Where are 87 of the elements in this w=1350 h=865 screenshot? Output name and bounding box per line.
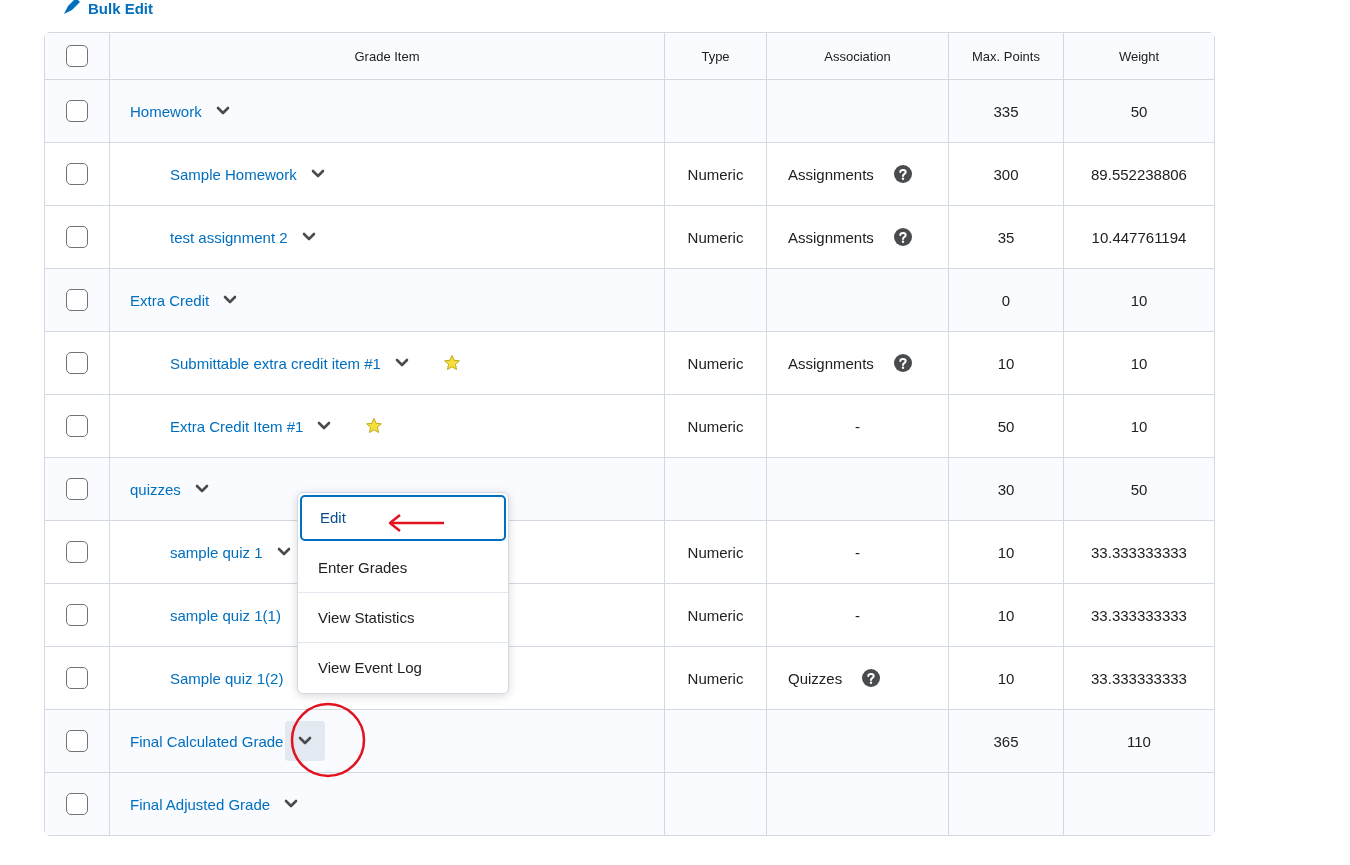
association-text: Assignments xyxy=(788,354,874,372)
column-header: Max. Points xyxy=(972,48,1040,64)
table-cell: 110 xyxy=(1127,732,1151,750)
table-cell: 10 xyxy=(1130,417,1148,435)
grade-item-link[interactable]: Final Adjusted Grade xyxy=(130,795,271,813)
grade-item-link[interactable]: Final Calculated Grade xyxy=(130,732,284,750)
table-cell: 30 xyxy=(997,480,1015,498)
checkbox[interactable] xyxy=(66,478,88,500)
grade-item-link[interactable]: Extra Credit xyxy=(130,291,210,309)
grade-item-link[interactable]: Extra Credit Item #1 xyxy=(170,417,304,435)
bulk-edit-link[interactable]: Bulk Edit xyxy=(88,0,153,18)
menu-item[interactable]: Enter Grades xyxy=(298,543,508,593)
column-header: Weight xyxy=(1118,48,1160,64)
menu-item[interactable]: Edit xyxy=(300,495,506,541)
chevron-icon xyxy=(215,106,230,116)
grade-item-link[interactable]: test assignment 2 xyxy=(170,228,288,246)
checkbox[interactable] xyxy=(66,100,88,122)
checkbox[interactable] xyxy=(66,541,88,563)
table-cell: 33.333333333 xyxy=(1091,543,1187,561)
grade-item-link[interactable]: Sample quiz 1(2) xyxy=(170,669,284,687)
menu-item[interactable]: View Event Log xyxy=(298,643,508,693)
table-cell: 10 xyxy=(997,669,1015,687)
column-header: Grade Item xyxy=(354,48,420,64)
table-cell: 365 xyxy=(993,732,1019,750)
table-cell: 33.333333333 xyxy=(1091,669,1187,687)
grade-item-link[interactable]: sample quiz 1(1) xyxy=(170,606,281,624)
grade-item-link[interactable]: quizzes xyxy=(130,480,181,498)
table-cell: Numeric xyxy=(687,606,744,624)
association-text: - xyxy=(855,543,860,561)
table-cell: 50 xyxy=(1130,102,1148,120)
chevron-icon xyxy=(194,484,209,494)
table-cell: 33.333333333 xyxy=(1091,606,1187,624)
help-icon[interactable] xyxy=(893,165,912,183)
chevron-icon xyxy=(310,169,325,179)
chevron-icon xyxy=(276,547,291,557)
checkbox[interactable] xyxy=(66,604,88,626)
checkbox[interactable] xyxy=(66,415,88,437)
table-cell: 10.447761194 xyxy=(1091,228,1187,246)
checkbox[interactable] xyxy=(66,793,88,815)
table-cell: 10 xyxy=(997,354,1015,372)
checkbox[interactable] xyxy=(66,163,88,185)
checkbox[interactable] xyxy=(66,289,88,311)
table-cell: 10 xyxy=(997,543,1015,561)
table-cell: 50 xyxy=(997,417,1015,435)
table-cell: Numeric xyxy=(687,543,744,561)
association-text: Assignments xyxy=(788,165,874,183)
table-cell: 10 xyxy=(997,606,1015,624)
association-text: - xyxy=(855,606,860,624)
chevron-icon xyxy=(317,421,332,431)
help-icon[interactable] xyxy=(862,669,881,687)
table-cell: 10 xyxy=(1130,291,1148,309)
association-text: - xyxy=(855,417,860,435)
chevron-icon xyxy=(284,799,299,809)
table-cell: Numeric xyxy=(687,165,744,183)
checkbox[interactable] xyxy=(66,352,88,374)
grade-item-link[interactable]: Homework xyxy=(130,102,202,120)
chevron-icon xyxy=(298,736,313,746)
chevron-icon xyxy=(223,295,238,305)
table-cell: Numeric xyxy=(687,669,744,687)
table-cell: 89.552238806 xyxy=(1091,165,1187,183)
table-cell: 50 xyxy=(1130,480,1148,498)
checkbox[interactable] xyxy=(66,730,88,752)
dropdown-button[interactable] xyxy=(285,721,326,761)
grade-item-link[interactable]: sample quiz 1 xyxy=(170,543,263,561)
table-cell: Numeric xyxy=(687,354,744,372)
table-cell: Numeric xyxy=(687,228,744,246)
chevron-icon xyxy=(301,232,316,242)
association-text: Assignments xyxy=(788,228,874,246)
table-cell: 335 xyxy=(993,102,1019,120)
table-cell: 300 xyxy=(993,165,1019,183)
grade-item-link[interactable]: Sample Homework xyxy=(170,165,297,183)
table-cell: Numeric xyxy=(687,417,744,435)
column-header: Association xyxy=(824,48,891,64)
table-cell: 10 xyxy=(1130,354,1148,372)
table-cell: 0 xyxy=(1001,291,1011,309)
chevron-icon xyxy=(394,358,409,368)
association-text: Quizzes xyxy=(788,669,843,687)
menu-item[interactable]: View Statistics xyxy=(298,593,508,643)
help-icon[interactable] xyxy=(893,354,912,372)
help-icon[interactable] xyxy=(893,228,912,246)
table-cell: 35 xyxy=(997,228,1015,246)
checkbox[interactable] xyxy=(66,45,88,67)
column-header: Type xyxy=(701,48,730,64)
annotation-arrow xyxy=(388,514,444,532)
grade-item-link[interactable]: Submittable extra credit item #1 xyxy=(170,354,381,372)
checkbox[interactable] xyxy=(66,226,88,248)
checkbox[interactable] xyxy=(66,667,88,689)
